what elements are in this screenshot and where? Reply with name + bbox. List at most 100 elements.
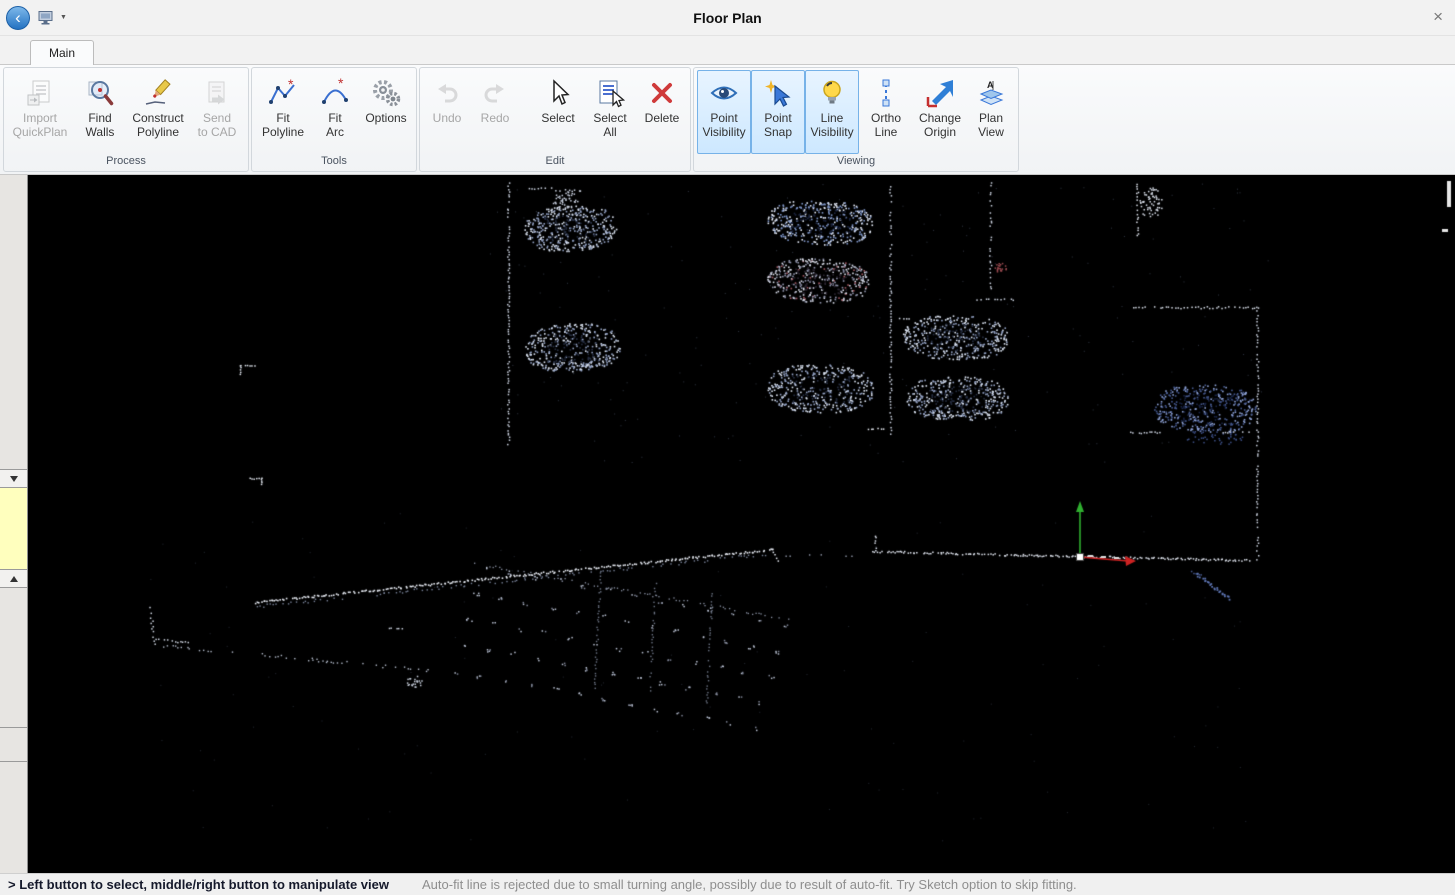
select-all-button[interactable]: Select All (583, 70, 637, 154)
delete-button[interactable]: Delete (637, 70, 687, 154)
floor-plan-window: ‹ ▼ Floor Plan × Main Import QuickPlan (0, 0, 1455, 895)
button-label: View (978, 125, 1004, 139)
find-walls-icon (85, 75, 115, 111)
button-label: Select (541, 111, 574, 125)
button-label: to CAD (198, 125, 237, 139)
snap-cursor-icon (763, 75, 793, 111)
button-label: Delete (645, 111, 680, 125)
button-label: Polyline (137, 125, 179, 139)
window-title: Floor Plan (0, 10, 1455, 26)
find-walls-button[interactable]: Find Walls (73, 70, 127, 154)
button-label: Options (365, 111, 406, 125)
construct-polyline-button[interactable]: Construct Polyline (127, 70, 189, 154)
ribbon: Import QuickPlan Find Walls Construct Po… (0, 64, 1455, 175)
options-gears-icon (371, 75, 401, 111)
left-panel-mid-segment (0, 588, 27, 728)
change-origin-button[interactable]: Change Origin (913, 70, 967, 154)
button-label: Select (593, 111, 626, 125)
group-title-viewing: Viewing (694, 154, 1018, 171)
ribbon-group-tools: * Fit Polyline * Fit Arc Options (251, 67, 417, 172)
button-label: Plan (979, 111, 1003, 125)
plan-view-button[interactable]: A Plan View (967, 70, 1015, 154)
button-label: Send (203, 111, 231, 125)
status-hint: > Left button to select, middle/right bu… (0, 877, 422, 892)
delete-x-icon (647, 75, 677, 111)
chevron-down-icon (10, 476, 18, 482)
left-panel-upper-segment (0, 175, 27, 470)
quick-access-icon[interactable] (38, 10, 54, 25)
button-label: Point (710, 111, 737, 125)
button-label: Construct (132, 111, 183, 125)
button-label: Ortho (871, 111, 901, 125)
button-label: Redo (481, 111, 510, 125)
group-title-tools: Tools (252, 154, 416, 171)
ortho-line-icon (871, 75, 901, 111)
button-label: Walls (86, 125, 115, 139)
select-all-icon (595, 75, 625, 111)
ribbon-group-process: Import QuickPlan Find Walls Construct Po… (3, 67, 249, 172)
svg-text:*: * (288, 78, 294, 92)
select-cursor-icon (543, 75, 573, 111)
button-label: Polyline (262, 125, 304, 139)
button-label: Origin (924, 125, 956, 139)
left-panel (0, 175, 28, 873)
button-label: Visibility (702, 125, 745, 139)
ribbon-tab-row: Main (0, 36, 1455, 64)
button-label: Line (875, 125, 898, 139)
redo-button[interactable]: Redo (471, 70, 519, 154)
scroll-down-button[interactable] (0, 470, 27, 488)
left-panel-highlight-region[interactable] (0, 488, 27, 570)
button-label: Undo (433, 111, 462, 125)
button-label: Find (88, 111, 111, 125)
button-label: Arc (326, 125, 344, 139)
send-to-cad-icon (202, 75, 232, 111)
button-label: Snap (764, 125, 792, 139)
left-panel-bottom-segment (0, 762, 27, 873)
scroll-up-button[interactable] (0, 570, 27, 588)
options-button[interactable]: Options (359, 70, 413, 154)
redo-icon (480, 75, 510, 111)
import-quickplan-button[interactable]: Import QuickPlan (7, 70, 73, 154)
back-button[interactable]: ‹ (6, 6, 30, 30)
main-area (0, 175, 1455, 873)
fit-polyline-icon: * (268, 75, 298, 111)
fit-polyline-button[interactable]: * Fit Polyline (255, 70, 311, 154)
undo-button[interactable]: Undo (423, 70, 471, 154)
viewport[interactable] (28, 175, 1455, 873)
button-label: All (603, 125, 616, 139)
button-label: Fit (276, 111, 289, 125)
construct-polyline-icon (143, 75, 173, 111)
lightbulb-icon (817, 75, 847, 111)
tab-main[interactable]: Main (30, 40, 94, 65)
fit-arc-icon: * (320, 75, 350, 111)
button-label: Change (919, 111, 961, 125)
plan-view-layers-icon: A (976, 75, 1006, 111)
chevron-up-icon (10, 576, 18, 582)
status-bar: > Left button to select, middle/right bu… (0, 873, 1455, 895)
button-label: Import (23, 111, 57, 125)
status-message: Auto-fit line is rejected due to small t… (422, 877, 1077, 892)
eye-icon (709, 75, 739, 111)
point-cloud-canvas[interactable] (28, 175, 1455, 873)
close-button[interactable]: × (1433, 8, 1443, 26)
point-snap-toggle[interactable]: Point Snap (751, 70, 805, 154)
point-visibility-toggle[interactable]: Point Visibility (697, 70, 751, 154)
quick-access-caret-icon[interactable]: ▼ (60, 14, 67, 21)
button-label: Point (764, 111, 791, 125)
ribbon-group-edit: Undo Redo Select (419, 67, 691, 172)
undo-icon (432, 75, 462, 111)
group-title-edit: Edit (420, 154, 690, 171)
import-quickplan-icon (25, 75, 55, 111)
select-button[interactable]: Select (533, 70, 583, 154)
fit-arc-button[interactable]: * Fit Arc (311, 70, 359, 154)
line-visibility-toggle[interactable]: Line Visibility (805, 70, 859, 154)
group-title-process: Process (4, 154, 248, 171)
send-to-cad-button[interactable]: Send to CAD (189, 70, 245, 154)
button-label: QuickPlan (13, 125, 68, 139)
change-origin-arrow-icon (925, 75, 955, 111)
left-panel-lower-segment (0, 728, 27, 762)
button-label: Line (821, 111, 844, 125)
ortho-line-button[interactable]: Ortho Line (859, 70, 913, 154)
button-label: Fit (328, 111, 341, 125)
titlebar: ‹ ▼ Floor Plan × (0, 0, 1455, 36)
